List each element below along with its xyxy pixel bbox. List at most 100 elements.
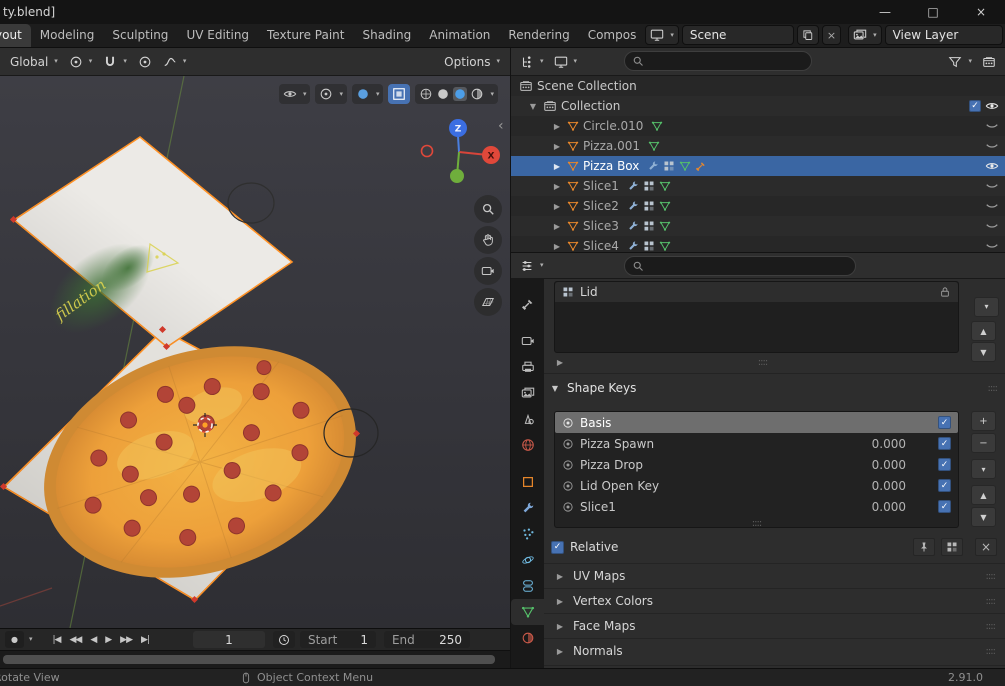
current-frame-field[interactable]: 1 bbox=[193, 631, 265, 648]
tab-material[interactable] bbox=[511, 625, 544, 651]
frame-start-field[interactable]: Start 1 bbox=[300, 631, 376, 648]
panel-normals[interactable]: ▶ Normals :::: bbox=[544, 638, 1005, 663]
item-name[interactable]: Pizza Box bbox=[583, 159, 639, 173]
shape-key-value[interactable]: 0.000 bbox=[848, 458, 906, 472]
rendered-shading-icon[interactable] bbox=[470, 87, 484, 101]
tab-tool[interactable] bbox=[511, 291, 544, 317]
shape-key-checkbox[interactable]: ✓ bbox=[938, 416, 951, 429]
add-shape-key-button[interactable]: + bbox=[971, 411, 996, 431]
panel-expand-icon[interactable]: ▶ bbox=[554, 597, 566, 606]
closed-eye-icon[interactable] bbox=[985, 139, 999, 153]
tab-view-layer[interactable] bbox=[511, 380, 544, 406]
shape-key-row-slice1[interactable]: Slice1 0.000 ✓ bbox=[555, 496, 958, 517]
outliner-row-slice4[interactable]: ▶ Slice4 bbox=[511, 236, 1005, 252]
pin-button[interactable] bbox=[913, 538, 935, 556]
shape-key-row-lid-open-key[interactable]: Lid Open Key 0.000 ✓ bbox=[555, 475, 958, 496]
shape-key-value[interactable]: 0.000 bbox=[848, 500, 906, 514]
outliner-row-circle-010[interactable]: ▶ Circle.010 bbox=[511, 116, 1005, 136]
toggle-xray-button[interactable] bbox=[388, 84, 410, 104]
panel-drag-grip[interactable]: :::: bbox=[986, 646, 995, 657]
panel-expand-icon[interactable]: ▶ bbox=[554, 647, 566, 656]
orthographic-toggle-button[interactable] bbox=[474, 288, 502, 316]
tab-scene[interactable] bbox=[511, 406, 544, 432]
closed-eye-icon[interactable] bbox=[985, 219, 999, 233]
tab-rendering[interactable]: Rendering bbox=[499, 24, 578, 47]
options-dropdown[interactable]: Options ▾ bbox=[441, 53, 503, 71]
move-down-button[interactable]: ▼ bbox=[971, 507, 996, 527]
panel-vertex-colors[interactable]: ▶ Vertex Colors :::: bbox=[544, 588, 1005, 613]
mesh-data-icon[interactable] bbox=[659, 220, 671, 232]
view-layer-selector[interactable]: View Layer bbox=[885, 25, 1003, 45]
shape-key-checkbox[interactable]: ✓ bbox=[938, 500, 951, 513]
wireframe-shading-icon[interactable] bbox=[419, 87, 433, 101]
editor-type-dropdown[interactable]: ▾ bbox=[517, 53, 547, 71]
move-up-button[interactable]: ▲ bbox=[971, 485, 996, 505]
closed-eye-icon[interactable] bbox=[985, 239, 999, 252]
expand-arrow-icon[interactable]: ▶ bbox=[551, 202, 563, 211]
tab-constraints[interactable] bbox=[511, 573, 544, 599]
solid-shading-icon[interactable] bbox=[436, 87, 450, 101]
shape-key-name[interactable]: Lid Open Key bbox=[580, 479, 842, 493]
vertex-group-icon[interactable] bbox=[643, 240, 655, 252]
modifier-wrench-icon[interactable] bbox=[627, 200, 639, 212]
mesh-data-icon[interactable] bbox=[651, 120, 663, 132]
material-preview-icon[interactable] bbox=[453, 87, 467, 101]
auto-keying-button[interactable]: ● bbox=[5, 631, 24, 648]
delete-scene-button[interactable]: × bbox=[822, 25, 841, 45]
expand-arrow-icon[interactable]: ▶ bbox=[551, 222, 563, 231]
vertex-group-icon[interactable] bbox=[643, 200, 655, 212]
modifier-wrench-icon[interactable] bbox=[627, 180, 639, 192]
outliner-row-pizza-box[interactable]: ▶ Pizza Box bbox=[511, 156, 1005, 176]
remove-shape-key-button[interactable]: − bbox=[971, 433, 996, 453]
tab-shading[interactable]: Shading bbox=[353, 24, 420, 47]
item-name[interactable]: Slice4 bbox=[583, 239, 619, 252]
modifier-wrench-icon[interactable] bbox=[627, 240, 639, 252]
closed-eye-icon[interactable] bbox=[985, 199, 999, 213]
tab-uv-editing[interactable]: UV Editing bbox=[177, 24, 258, 47]
shape-key-checkbox[interactable]: ✓ bbox=[938, 458, 951, 471]
panel-expand-icon[interactable]: ▶ bbox=[554, 572, 566, 581]
region-collapse-arrow[interactable]: ‹ bbox=[498, 118, 504, 134]
list-resize-grip[interactable]: :::: bbox=[752, 518, 761, 529]
shape-keys-panel-header[interactable]: ▼ Shape Keys :::: bbox=[549, 377, 997, 399]
panel-drag-grip[interactable]: :::: bbox=[986, 621, 995, 632]
close-button[interactable]: × bbox=[957, 0, 1005, 24]
tab-animation[interactable]: Animation bbox=[420, 24, 499, 47]
prev-keyframe-button[interactable]: ◀◀ bbox=[65, 635, 85, 645]
shape-key-name[interactable]: Basis bbox=[580, 416, 842, 430]
viewport-3d[interactable]: fillation bbox=[0, 76, 510, 628]
edit-mode-display-button[interactable] bbox=[941, 538, 963, 556]
vertex-group-row[interactable]: Lid bbox=[555, 282, 958, 302]
minimize-button[interactable]: — bbox=[861, 0, 909, 24]
shape-key-row-basis[interactable]: Basis ✓ bbox=[555, 412, 958, 433]
relative-checkbox[interactable]: ✓ bbox=[551, 541, 564, 554]
shape-key-name[interactable]: Pizza Drop bbox=[580, 458, 842, 472]
outliner-row-scene-collection[interactable]: Scene Collection bbox=[511, 76, 1005, 96]
vertex-group-specials-menu[interactable]: ▾ bbox=[974, 297, 999, 317]
item-name[interactable]: Pizza.001 bbox=[583, 139, 640, 153]
show-overlays-dropdown[interactable]: ▾ bbox=[279, 84, 311, 104]
chevron-down-icon[interactable]: ▾ bbox=[29, 636, 33, 643]
proportional-editing-toggle[interactable] bbox=[135, 53, 155, 71]
gizmo-y-axis[interactable] bbox=[450, 169, 464, 183]
tab-compositing[interactable]: Compos bbox=[579, 24, 646, 47]
item-name[interactable]: Collection bbox=[561, 99, 620, 113]
outliner-row-collection[interactable]: ▼ Collection ✓ bbox=[511, 96, 1005, 116]
tab-render[interactable] bbox=[511, 328, 544, 354]
jump-to-start-button[interactable]: |◀ bbox=[49, 635, 65, 645]
expand-arrow-icon[interactable]: ▶ bbox=[551, 122, 563, 131]
transform-orientation-dropdown[interactable]: Global ▾ bbox=[7, 53, 61, 71]
closed-eye-icon[interactable] bbox=[985, 179, 999, 193]
shape-key-specials-menu[interactable]: ▾ bbox=[971, 459, 996, 479]
editor-type-dropdown[interactable]: ▾ bbox=[517, 257, 547, 275]
outliner-row-slice2[interactable]: ▶ Slice2 bbox=[511, 196, 1005, 216]
lock-icon[interactable] bbox=[939, 286, 951, 298]
tab-modifiers[interactable] bbox=[511, 495, 544, 521]
outliner-search-input[interactable] bbox=[624, 51, 812, 71]
maximize-button[interactable]: □ bbox=[909, 0, 957, 24]
properties-search-input[interactable] bbox=[624, 256, 856, 276]
tool-badge-icon[interactable] bbox=[695, 160, 707, 172]
outliner-row-pizza-001[interactable]: ▶ Pizza.001 bbox=[511, 136, 1005, 156]
snap-toggle[interactable]: ▾ bbox=[100, 53, 130, 71]
vertex-group-icon[interactable] bbox=[643, 220, 655, 232]
